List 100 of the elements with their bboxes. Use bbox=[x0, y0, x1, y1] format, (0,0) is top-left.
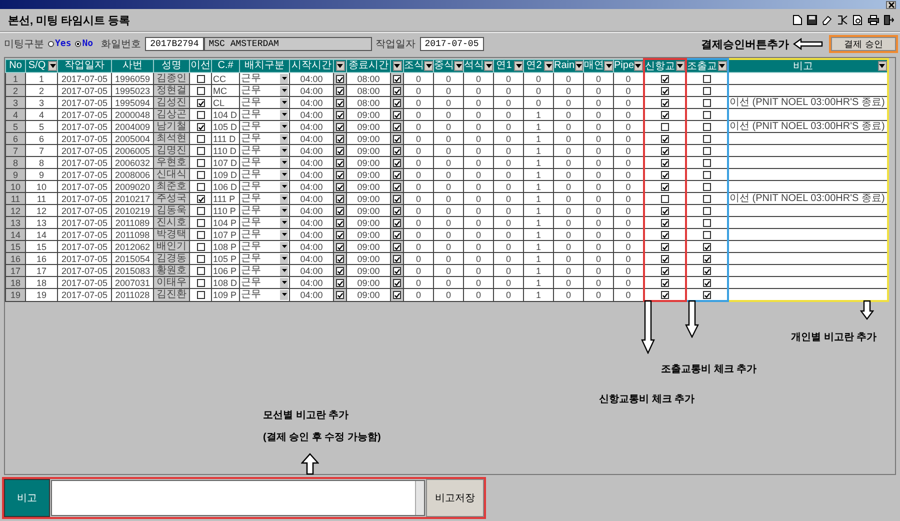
checkbox[interactable] bbox=[336, 291, 344, 300]
checkbox[interactable] bbox=[660, 255, 668, 264]
checkbox[interactable] bbox=[702, 183, 710, 192]
dropdown-field[interactable]: 근무 bbox=[241, 278, 288, 288]
dropdown-field[interactable]: 근무 bbox=[241, 86, 288, 96]
checkbox[interactable] bbox=[393, 135, 401, 144]
checkbox[interactable] bbox=[196, 207, 204, 216]
dropdown-field[interactable]: 근무 bbox=[241, 170, 288, 180]
dropdown-field[interactable]: 근무 bbox=[241, 134, 288, 144]
filter-button[interactable] bbox=[544, 60, 553, 71]
checkbox[interactable] bbox=[393, 87, 401, 96]
checkbox[interactable] bbox=[660, 291, 668, 300]
radio-option[interactable]: Yes bbox=[48, 39, 72, 49]
checkbox[interactable] bbox=[336, 135, 344, 144]
checkbox[interactable] bbox=[336, 279, 344, 288]
checkbox[interactable] bbox=[196, 219, 204, 228]
checkbox[interactable] bbox=[702, 75, 710, 84]
dropdown-field[interactable]: 근무 bbox=[241, 98, 288, 108]
new-document-icon[interactable] bbox=[793, 15, 802, 25]
checkbox[interactable] bbox=[336, 207, 344, 216]
checkbox[interactable] bbox=[393, 207, 401, 216]
checkbox[interactable] bbox=[196, 171, 204, 180]
file-number-field[interactable]: 2017B2794 bbox=[145, 37, 204, 51]
checkbox[interactable] bbox=[702, 243, 710, 252]
print-preview-icon[interactable] bbox=[853, 15, 863, 25]
checkbox[interactable] bbox=[702, 87, 710, 96]
checkbox[interactable] bbox=[702, 291, 710, 300]
checkbox[interactable] bbox=[660, 99, 668, 108]
checkbox[interactable] bbox=[336, 123, 344, 132]
checkbox[interactable] bbox=[660, 123, 668, 132]
checkbox[interactable] bbox=[336, 243, 344, 252]
checkbox[interactable] bbox=[196, 279, 204, 288]
checkbox[interactable] bbox=[196, 267, 204, 276]
checkbox[interactable] bbox=[393, 267, 401, 276]
dropdown-field[interactable]: 근무 bbox=[241, 290, 288, 300]
save-icon[interactable] bbox=[807, 15, 817, 25]
checkbox[interactable] bbox=[336, 195, 344, 204]
checkbox[interactable] bbox=[702, 135, 710, 144]
checkbox[interactable] bbox=[660, 87, 668, 96]
dropdown-field[interactable]: 근무 bbox=[241, 194, 288, 204]
dropdown-field[interactable]: 근무 bbox=[241, 218, 288, 228]
checkbox[interactable] bbox=[393, 195, 401, 204]
close-button[interactable] bbox=[886, 0, 896, 8]
remarks-field[interactable] bbox=[51, 480, 425, 516]
filter-button[interactable] bbox=[484, 60, 493, 71]
checkbox[interactable] bbox=[702, 195, 710, 204]
checkbox[interactable] bbox=[393, 159, 401, 168]
approve-button[interactable]: 결제 승인 bbox=[831, 37, 896, 51]
checkbox[interactable] bbox=[660, 267, 668, 276]
dropdown-field[interactable]: 근무 bbox=[241, 182, 288, 192]
checkbox[interactable] bbox=[660, 147, 668, 156]
checkbox[interactable] bbox=[393, 231, 401, 240]
dropdown-field[interactable]: 근무 bbox=[241, 110, 288, 120]
dropdown-field[interactable]: 근무 bbox=[241, 74, 288, 84]
checkbox[interactable] bbox=[393, 243, 401, 252]
checkbox[interactable] bbox=[393, 75, 401, 84]
checkbox[interactable] bbox=[196, 111, 204, 120]
dropdown-field[interactable]: 근무 bbox=[241, 254, 288, 264]
checkbox[interactable] bbox=[702, 267, 710, 276]
checkbox[interactable] bbox=[393, 279, 401, 288]
save-remarks-button[interactable]: 비고저장 bbox=[426, 479, 484, 517]
filter-button[interactable] bbox=[424, 60, 433, 71]
filter-button[interactable] bbox=[634, 60, 642, 71]
radio-option[interactable]: No bbox=[75, 39, 94, 49]
dropdown-field[interactable]: 근무 bbox=[241, 266, 288, 276]
checkbox[interactable] bbox=[702, 147, 710, 156]
checkbox[interactable] bbox=[393, 255, 401, 264]
filter-button[interactable] bbox=[718, 61, 726, 71]
filter-button[interactable] bbox=[48, 60, 57, 71]
filter-button[interactable] bbox=[574, 60, 583, 71]
checkbox[interactable] bbox=[660, 159, 668, 168]
checkbox[interactable] bbox=[660, 243, 668, 252]
checkbox[interactable] bbox=[660, 183, 668, 192]
dropdown-field[interactable]: 근무 bbox=[241, 242, 288, 252]
dropdown-field[interactable]: 근무 bbox=[241, 206, 288, 216]
filter-button[interactable] bbox=[604, 60, 613, 71]
checkbox[interactable] bbox=[196, 123, 204, 132]
checkbox[interactable] bbox=[196, 195, 204, 204]
filter-button[interactable] bbox=[454, 60, 463, 71]
checkbox[interactable] bbox=[393, 147, 401, 156]
checkbox[interactable] bbox=[336, 75, 344, 84]
checkbox[interactable] bbox=[196, 159, 204, 168]
exit-icon[interactable] bbox=[884, 15, 894, 25]
work-date-field[interactable]: 2017-07-05 bbox=[420, 37, 484, 51]
checkbox[interactable] bbox=[336, 255, 344, 264]
checkbox[interactable] bbox=[702, 123, 710, 132]
checkbox[interactable] bbox=[336, 267, 344, 276]
checkbox[interactable] bbox=[336, 183, 344, 192]
checkbox[interactable] bbox=[393, 183, 401, 192]
checkbox[interactable] bbox=[660, 231, 668, 240]
printer-icon[interactable] bbox=[868, 15, 879, 25]
checkbox[interactable] bbox=[336, 147, 344, 156]
filter-button[interactable] bbox=[676, 61, 684, 71]
dropdown-field[interactable]: 근무 bbox=[241, 158, 288, 168]
checkbox[interactable] bbox=[660, 171, 668, 180]
checkbox[interactable] bbox=[393, 291, 401, 300]
checkbox[interactable] bbox=[393, 111, 401, 120]
checkbox[interactable] bbox=[196, 231, 204, 240]
checkbox[interactable] bbox=[196, 243, 204, 252]
checkbox[interactable] bbox=[660, 75, 668, 84]
